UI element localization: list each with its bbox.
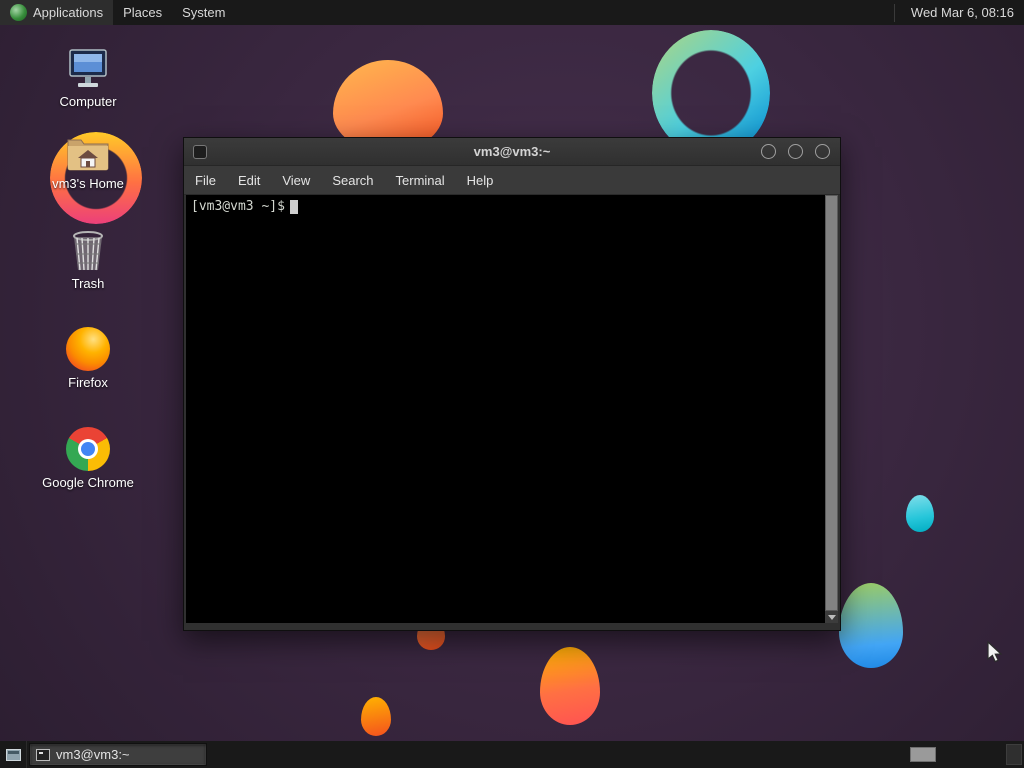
taskbar-terminal-icon: [36, 748, 50, 761]
panel-separator: [893, 3, 895, 22]
terminal-body: [vm3@vm3 ~]$: [186, 195, 838, 623]
maximize-button[interactable]: [788, 144, 803, 159]
top-panel-right: Wed Mar 6, 08:16: [893, 0, 1024, 25]
wallpaper-egg-teal-small: [906, 495, 934, 532]
distro-logo-icon: [10, 4, 27, 21]
menu-edit[interactable]: Edit: [227, 166, 271, 194]
mouse-cursor: [984, 640, 1004, 670]
minimize-button[interactable]: [761, 144, 776, 159]
system-menu-label: System: [182, 5, 226, 20]
home-folder-icon: [32, 126, 144, 172]
wallpaper-egg-green-blue: [839, 583, 903, 668]
applications-menu[interactable]: Applications: [0, 0, 114, 25]
places-menu[interactable]: Places: [113, 0, 172, 25]
menu-terminal[interactable]: Terminal: [385, 166, 456, 194]
desktop-icon-label: Computer: [59, 94, 117, 109]
wallpaper-egg-orange-bottom: [540, 647, 600, 725]
applications-menu-label: Applications: [33, 5, 104, 20]
firefox-icon: [32, 325, 144, 371]
wallpaper-egg-orange-tiny: [361, 697, 391, 736]
window-title: vm3@vm3:~: [473, 144, 551, 159]
menu-search[interactable]: Search: [321, 166, 384, 194]
taskbar-window-label: vm3@vm3:~: [56, 747, 130, 762]
menu-view[interactable]: View: [271, 166, 321, 194]
desktop-icon-label: Google Chrome: [42, 475, 134, 490]
show-desktop-icon: [5, 748, 21, 761]
places-menu-label: Places: [123, 5, 163, 20]
terminal-cursor: [289, 200, 298, 214]
taskbar-window-button[interactable]: vm3@vm3:~: [29, 743, 207, 766]
workspace-switcher[interactable]: [910, 747, 936, 762]
desktop-icon-trash[interactable]: Trash: [32, 226, 144, 291]
terminal-output[interactable]: [vm3@vm3 ~]$: [186, 195, 825, 623]
desktop-icon-label: vm3's Home: [52, 176, 124, 191]
desktop-icon-label: Trash: [71, 276, 105, 291]
bottom-panel-right: [910, 741, 1024, 768]
show-desktop-button[interactable]: [0, 741, 27, 768]
desktop-icon-computer[interactable]: Computer: [32, 44, 144, 109]
terminal-scrollbar[interactable]: [825, 195, 838, 623]
desktop-icon-label: Firefox: [68, 375, 108, 390]
chrome-icon: [32, 425, 144, 471]
desktop-icon-chrome[interactable]: Google Chrome: [32, 425, 144, 490]
close-button[interactable]: [815, 144, 830, 159]
computer-icon: [32, 44, 144, 90]
terminal-window-icon: [193, 144, 207, 159]
top-panel: Applications Places System Wed Mar 6, 08…: [0, 0, 1024, 25]
terminal-menubar: File Edit View Search Terminal Help: [184, 166, 840, 195]
desktop-icon-firefox[interactable]: Firefox: [32, 325, 144, 390]
shell-prompt: [vm3@vm3 ~]$: [191, 199, 285, 214]
system-menu[interactable]: System: [172, 0, 235, 25]
bottom-panel: vm3@vm3:~: [0, 741, 1024, 768]
panel-end-applet[interactable]: [1006, 744, 1022, 765]
trash-icon: [32, 226, 144, 272]
menu-file[interactable]: File: [184, 166, 227, 194]
scroll-down-button[interactable]: [825, 611, 838, 623]
window-controls: [761, 144, 840, 159]
scrollbar-thumb[interactable]: [825, 195, 838, 611]
scroll-down-icon: [827, 614, 836, 620]
menu-help[interactable]: Help: [456, 166, 505, 194]
terminal-window: vm3@vm3:~ File Edit View Search Terminal…: [183, 137, 841, 631]
clock-applet[interactable]: Wed Mar 6, 08:16: [901, 5, 1024, 20]
desktop-icon-home[interactable]: vm3's Home: [32, 126, 144, 191]
window-titlebar[interactable]: vm3@vm3:~: [184, 138, 840, 166]
